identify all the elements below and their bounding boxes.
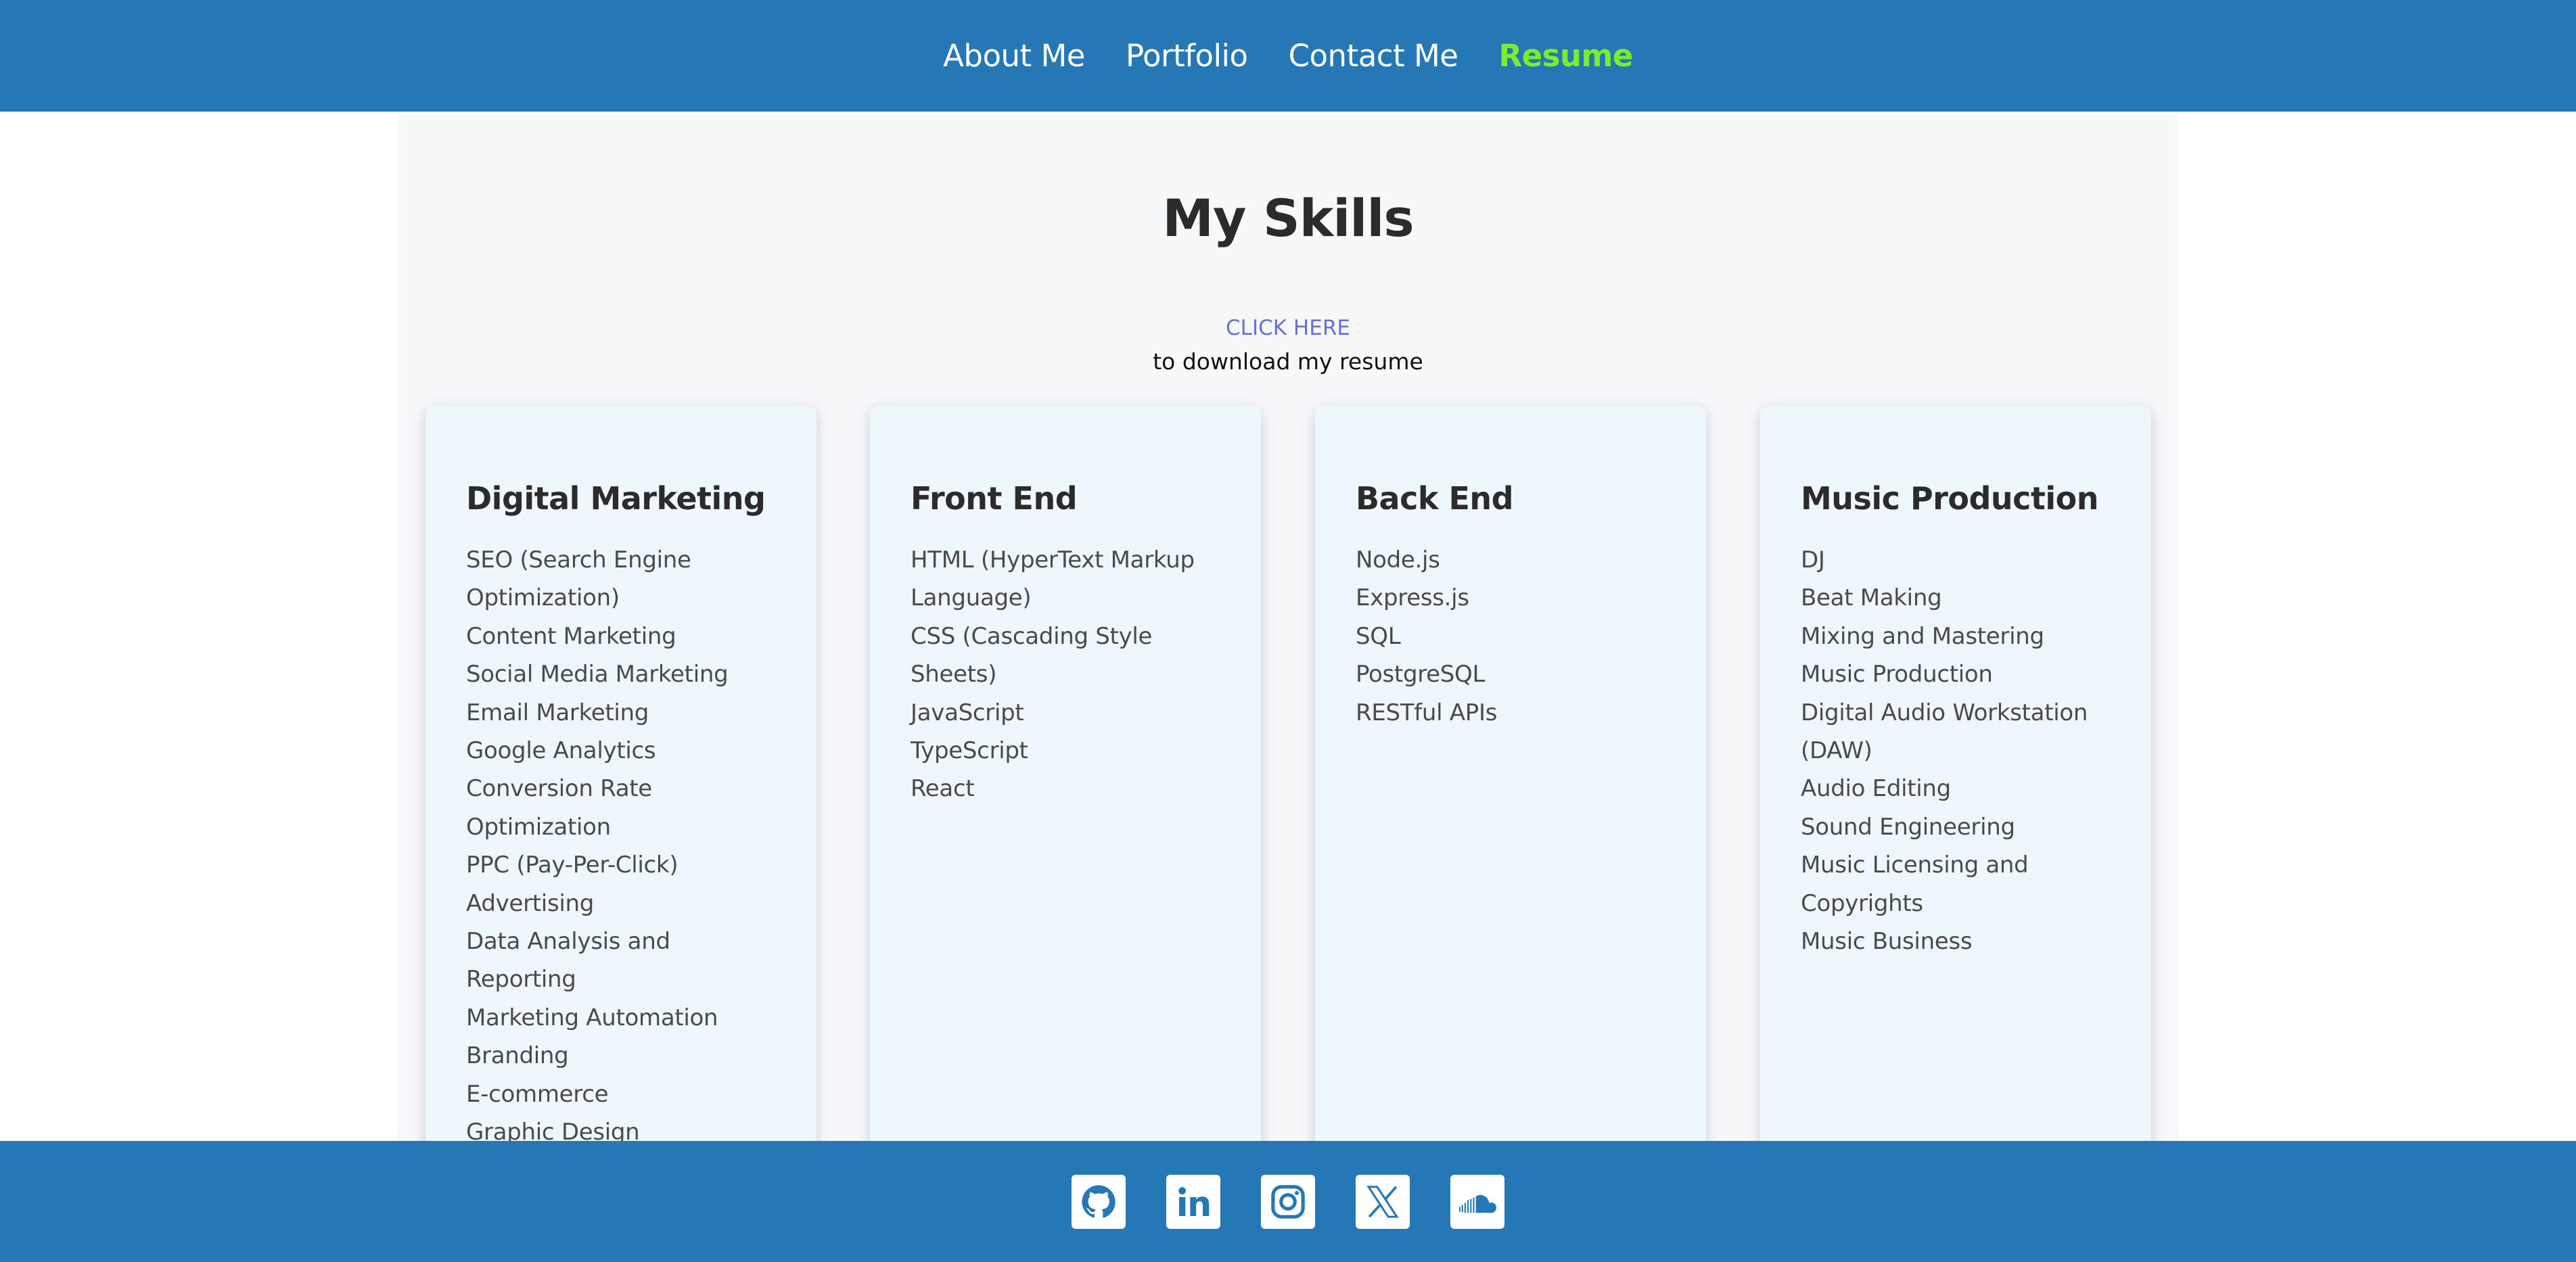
skill-card-back-end: Back End Node.js Express.js SQL PostgreSQL RE… — [1315, 406, 1706, 1146]
skill-item: DJ — [1801, 546, 1825, 574]
linkedin-link[interactable] — [1166, 1174, 1220, 1229]
skill-item: Content Marketing — [466, 622, 676, 650]
skill-item: Social Media Marketing — [466, 661, 729, 688]
x-twitter-icon — [1366, 1185, 1399, 1218]
skill-item: Conversion Rate Optimization — [466, 775, 652, 841]
skill-item: TypeScript — [911, 737, 1028, 765]
skill-item: SQL — [1356, 622, 1401, 650]
nav-about-me[interactable]: About Me — [943, 38, 1085, 74]
skill-card-music-production: Music Production DJ Beat Making Mixing and … — [1760, 406, 2151, 1146]
skill-item: RESTful APIs — [1356, 699, 1498, 726]
skill-item: Marketing Automation — [466, 1004, 718, 1031]
main-content: My Skills CLICK HERE to download my resu… — [398, 112, 2178, 1146]
skill-item: Beat Making — [1801, 584, 1942, 612]
skill-item: Express.js — [1356, 584, 1469, 612]
skill-list: HTML (HyperText Markup Language) CSS (Cas… — [911, 541, 1220, 808]
card-title: Music Production — [1801, 480, 2099, 517]
skill-card-digital-marketing: Digital Marketing SEO (Search Engine Opti… — [426, 406, 816, 1146]
skill-item: JavaScript — [911, 699, 1024, 726]
soundcloud-icon — [1458, 1194, 1496, 1213]
github-icon — [1082, 1185, 1116, 1218]
skill-item: Google Analytics — [466, 737, 656, 765]
skill-list: SEO (Search Engine Optimization) Content … — [466, 541, 776, 1146]
main-nav: About Me Portfolio Contact Me Resume — [943, 38, 1633, 74]
skill-item: PostgreSQL — [1356, 661, 1486, 688]
card-title: Digital Marketing — [466, 480, 766, 517]
skills-cards: Digital Marketing SEO (Search Engine Opti… — [398, 112, 2178, 1146]
skill-item: Mixing and Mastering — [1801, 622, 2044, 650]
skill-card-front-end: Front End HTML (HyperText Markup Language… — [870, 406, 1261, 1146]
skill-item: Node.js — [1356, 546, 1440, 574]
skill-item: Email Marketing — [466, 699, 649, 726]
skill-item: Music Production — [1801, 661, 1993, 688]
nav-resume[interactable]: Resume — [1499, 38, 1634, 74]
soundcloud-link[interactable] — [1450, 1174, 1504, 1229]
skill-item: Music Licensing and Copyrights — [1801, 851, 2029, 917]
skill-item: React — [911, 775, 975, 803]
skill-item: HTML (HyperText Markup Language) — [911, 546, 1195, 612]
skill-item: Music Business — [1801, 928, 1973, 956]
github-link[interactable] — [1072, 1174, 1126, 1229]
skill-item: Audio Editing — [1801, 775, 1951, 803]
skill-item: Sound Engineering — [1801, 813, 2015, 841]
site-footer — [0, 1141, 2576, 1262]
skill-item: CSS (Cascading Style Sheets) — [911, 622, 1153, 688]
skill-list: DJ Beat Making Mixing and Mastering Music P… — [1801, 541, 2111, 960]
nav-portfolio[interactable]: Portfolio — [1126, 38, 1248, 74]
x-twitter-link[interactable] — [1356, 1174, 1410, 1229]
skill-item: Digital Audio Workstation (DAW) — [1801, 699, 2088, 765]
skill-item: Data Analysis and Reporting — [466, 928, 670, 994]
linkedin-icon — [1178, 1186, 1210, 1216]
site-header: About Me Portfolio Contact Me Resume — [0, 0, 2576, 112]
skill-list: Node.js Express.js SQL PostgreSQL RESTful AP… — [1356, 541, 1665, 732]
nav-contact-me[interactable]: Contact Me — [1289, 38, 1458, 74]
card-title: Front End — [911, 480, 1078, 517]
card-title: Back End — [1356, 480, 1514, 517]
skill-item: E-commerce — [466, 1080, 609, 1108]
skill-item: SEO (Search Engine Optimization) — [466, 546, 691, 612]
instagram-link[interactable] — [1261, 1174, 1315, 1229]
skill-item: PPC (Pay-Per-Click) Advertising — [466, 851, 678, 917]
instagram-icon — [1271, 1184, 1305, 1219]
skill-item: Branding — [466, 1042, 569, 1070]
